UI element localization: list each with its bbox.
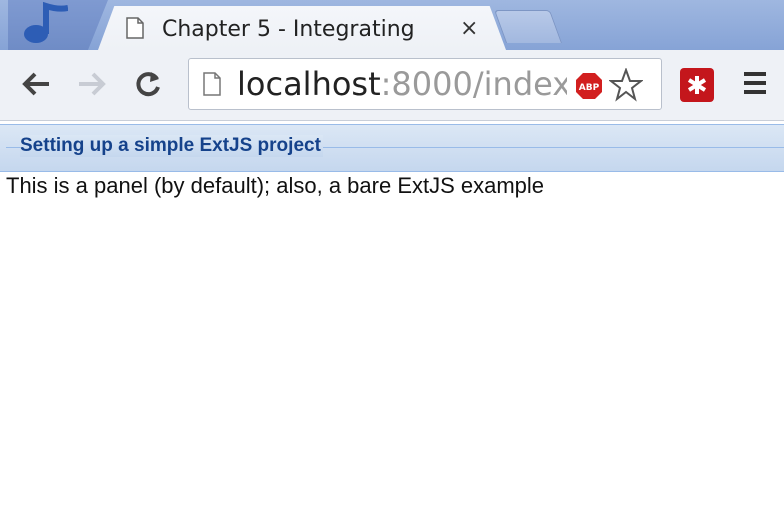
extension-icon[interactable] — [680, 68, 714, 102]
reload-icon — [136, 72, 160, 97]
menu-icon[interactable] — [744, 72, 766, 99]
panel-body-text: This is a panel (by default); also, a ba… — [6, 173, 545, 198]
tab-title: Chapter 5 - Integrating — [162, 17, 415, 42]
music-note-icon — [24, 1, 69, 43]
reload-button[interactable] — [126, 62, 170, 106]
panel-title: Setting up a simple ExtJS project — [20, 135, 323, 157]
svg-text:ABP: ABP — [579, 83, 600, 93]
address-bar[interactable]: localhost:8000/index. ABP — [188, 58, 662, 110]
tab-close-button[interactable]: × — [460, 16, 478, 41]
document-icon — [126, 17, 144, 43]
forward-button[interactable] — [70, 62, 114, 106]
url-path: :8000/index. — [380, 65, 567, 103]
browser-toolbar: localhost:8000/index. ABP — [0, 50, 784, 121]
back-button[interactable] — [14, 62, 58, 106]
app-logo — [8, 0, 108, 50]
adblock-icon[interactable]: ABP — [575, 72, 603, 100]
active-tab[interactable]: Chapter 5 - Integrating × — [98, 6, 506, 50]
forward-arrow-icon — [79, 72, 106, 96]
back-arrow-icon — [22, 72, 49, 96]
new-tab-button[interactable] — [493, 10, 563, 43]
panel-header: Setting up a simple ExtJS project — [0, 124, 784, 172]
document-icon — [203, 72, 221, 100]
url-host: localhost — [237, 65, 381, 103]
star-icon[interactable] — [608, 67, 644, 106]
url-text: localhost:8000/index. — [237, 65, 567, 103]
tab-strip: Chapter 5 - Integrating × — [0, 0, 784, 50]
